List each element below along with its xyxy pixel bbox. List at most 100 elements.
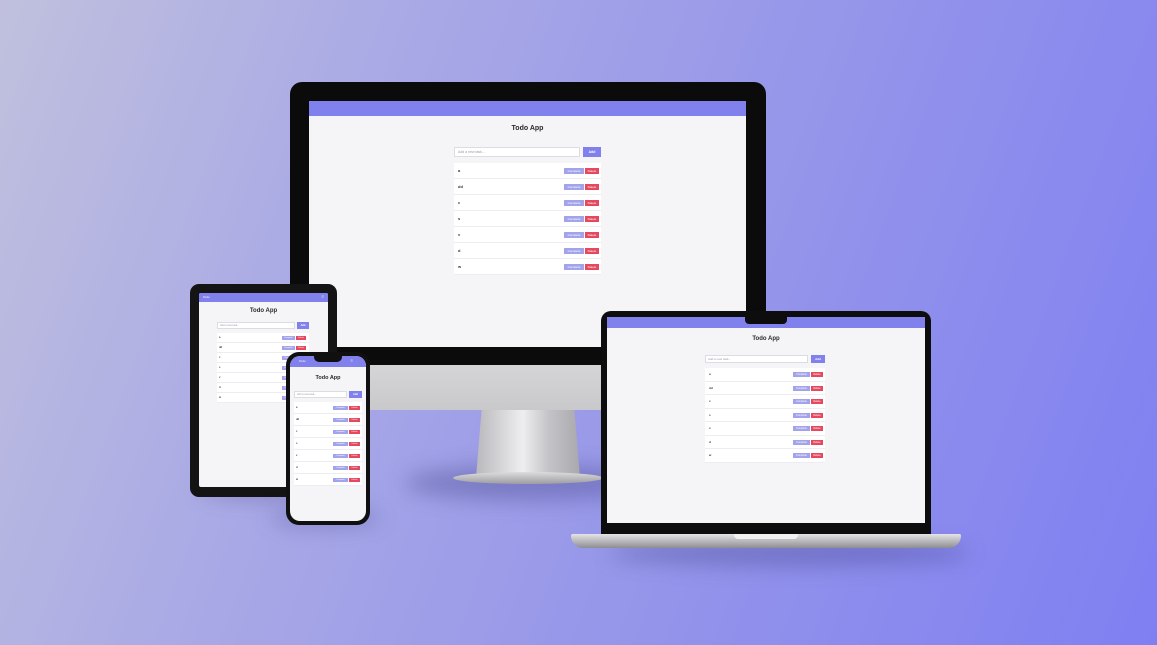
- complete-button[interactable]: Complete: [793, 453, 810, 458]
- todo-text: d: [458, 248, 461, 253]
- todo-item: a Complete Delete: [294, 402, 362, 414]
- complete-button[interactable]: Complete: [333, 454, 348, 458]
- menu-icon[interactable]: ≡: [322, 294, 324, 299]
- todo-text: a: [458, 168, 461, 173]
- delete-button[interactable]: Delete: [585, 232, 599, 238]
- todo-list: a Complete Delete dd Complete Delete c C…: [294, 402, 362, 486]
- complete-button[interactable]: Complete: [793, 412, 810, 418]
- complete-button[interactable]: Complete: [333, 478, 348, 482]
- todo-text: c: [709, 399, 711, 403]
- complete-button[interactable]: Complete: [282, 336, 295, 340]
- delete-button[interactable]: Delete: [811, 412, 823, 418]
- todo-text: a: [709, 372, 711, 376]
- delete-button[interactable]: Delete: [349, 406, 360, 410]
- new-task-input[interactable]: Add a new task...: [705, 355, 808, 363]
- todo-item: c Complete Delete: [294, 426, 362, 438]
- complete-button[interactable]: Complete: [333, 418, 348, 422]
- delete-button[interactable]: Delete: [349, 478, 360, 482]
- todo-list: a Complete Delete dd Complete Delete c C…: [454, 163, 601, 275]
- complete-button[interactable]: Complete: [333, 430, 348, 434]
- laptop-screen: Todo App Add a new task... Add a Complet…: [607, 317, 925, 523]
- todo-text: d: [709, 439, 711, 444]
- complete-button[interactable]: Complete: [793, 372, 810, 377]
- delete-button[interactable]: Delete: [585, 184, 599, 190]
- laptop-notch: [745, 315, 787, 324]
- menu-icon[interactable]: ≡: [351, 358, 353, 363]
- phone-device: Todo ≡ Todo App Add a new task... Add a …: [286, 352, 370, 525]
- todo-text: s: [219, 366, 221, 369]
- complete-button[interactable]: Complete: [564, 216, 584, 222]
- delete-button[interactable]: Delete: [811, 385, 823, 391]
- delete-button[interactable]: Delete: [811, 399, 823, 404]
- delete-button[interactable]: Delete: [296, 346, 306, 350]
- add-button[interactable]: Add: [811, 355, 825, 363]
- todo-item: v Complete Delete: [705, 422, 825, 436]
- delete-button[interactable]: Delete: [585, 264, 599, 270]
- add-button[interactable]: Add: [583, 147, 601, 157]
- complete-button[interactable]: Complete: [282, 346, 295, 350]
- todo-list: a Complete Delete dd Complete Delete c C…: [705, 368, 825, 463]
- complete-button[interactable]: Complete: [564, 232, 584, 238]
- todo-item: w Complete Delete: [705, 449, 825, 463]
- phone-notch: [314, 356, 342, 362]
- todo-item: a Complete Delete: [705, 368, 825, 382]
- delete-button[interactable]: Delete: [296, 336, 306, 340]
- add-button[interactable]: Add: [297, 322, 309, 329]
- complete-button[interactable]: Complete: [564, 248, 584, 254]
- todo-text: s: [458, 216, 461, 221]
- complete-button[interactable]: Complete: [333, 406, 348, 410]
- new-task-input[interactable]: Add a new task...: [217, 322, 295, 329]
- todo-item: dd Complete Delete: [705, 381, 825, 395]
- imac-stand-neck: [476, 402, 580, 478]
- complete-button[interactable]: Complete: [564, 184, 584, 190]
- todo-item: v Complete Delete: [294, 450, 362, 462]
- complete-button[interactable]: Complete: [564, 264, 584, 270]
- complete-button[interactable]: Complete: [564, 200, 584, 206]
- delete-button[interactable]: Delete: [349, 442, 360, 446]
- complete-button[interactable]: Complete: [793, 439, 810, 445]
- todo-text: a: [219, 336, 221, 339]
- todo-text: v: [709, 426, 711, 430]
- delete-button[interactable]: Delete: [349, 418, 360, 422]
- complete-button[interactable]: Complete: [564, 168, 584, 174]
- todo-item: a Complete Delete: [454, 163, 601, 179]
- complete-button[interactable]: Complete: [333, 466, 348, 470]
- todo-text: v: [296, 454, 298, 457]
- delete-button[interactable]: Delete: [585, 216, 599, 222]
- todo-text: c: [296, 430, 298, 433]
- complete-button[interactable]: Complete: [333, 442, 348, 446]
- delete-button[interactable]: Delete: [585, 168, 599, 174]
- delete-button[interactable]: Delete: [349, 454, 360, 458]
- complete-button[interactable]: Complete: [793, 399, 810, 404]
- delete-button[interactable]: Delete: [349, 430, 360, 434]
- delete-button[interactable]: Delete: [585, 200, 599, 206]
- laptop-device: Todo App Add a new task... Add a Complet…: [571, 311, 961, 551]
- todo-item: dd Complete Delete: [454, 179, 601, 195]
- todo-text: a: [296, 406, 298, 409]
- add-button[interactable]: Add: [349, 391, 362, 398]
- delete-button[interactable]: Delete: [811, 453, 823, 458]
- new-task-input[interactable]: Add a new task...: [294, 391, 347, 398]
- todo-text: w: [709, 453, 712, 457]
- todo-item: s Complete Delete: [705, 408, 825, 422]
- app-header: [309, 101, 746, 116]
- todo-item: d Complete Delete: [705, 435, 825, 449]
- todo-item: w Complete Delete: [454, 259, 601, 275]
- new-task-input[interactable]: Add a new task...: [454, 147, 580, 157]
- todo-item: w Complete Delete: [294, 474, 362, 486]
- delete-button[interactable]: Delete: [349, 466, 360, 470]
- delete-button[interactable]: Delete: [585, 248, 599, 254]
- todo-text: dd: [458, 184, 463, 189]
- delete-button[interactable]: Delete: [811, 372, 823, 377]
- todo-item: a Complete Delete: [217, 333, 309, 343]
- app-title: Todo App: [752, 336, 780, 342]
- complete-button[interactable]: Complete: [793, 385, 810, 391]
- complete-button[interactable]: Complete: [793, 426, 810, 431]
- delete-button[interactable]: Delete: [811, 426, 823, 431]
- delete-button[interactable]: Delete: [811, 439, 823, 445]
- todo-item: d Complete Delete: [294, 462, 362, 474]
- todo-item: dd Complete Delete: [294, 414, 362, 426]
- todo-item: c Complete Delete: [454, 195, 601, 211]
- todo-text: dd: [219, 346, 223, 349]
- todo-text: w: [219, 396, 221, 399]
